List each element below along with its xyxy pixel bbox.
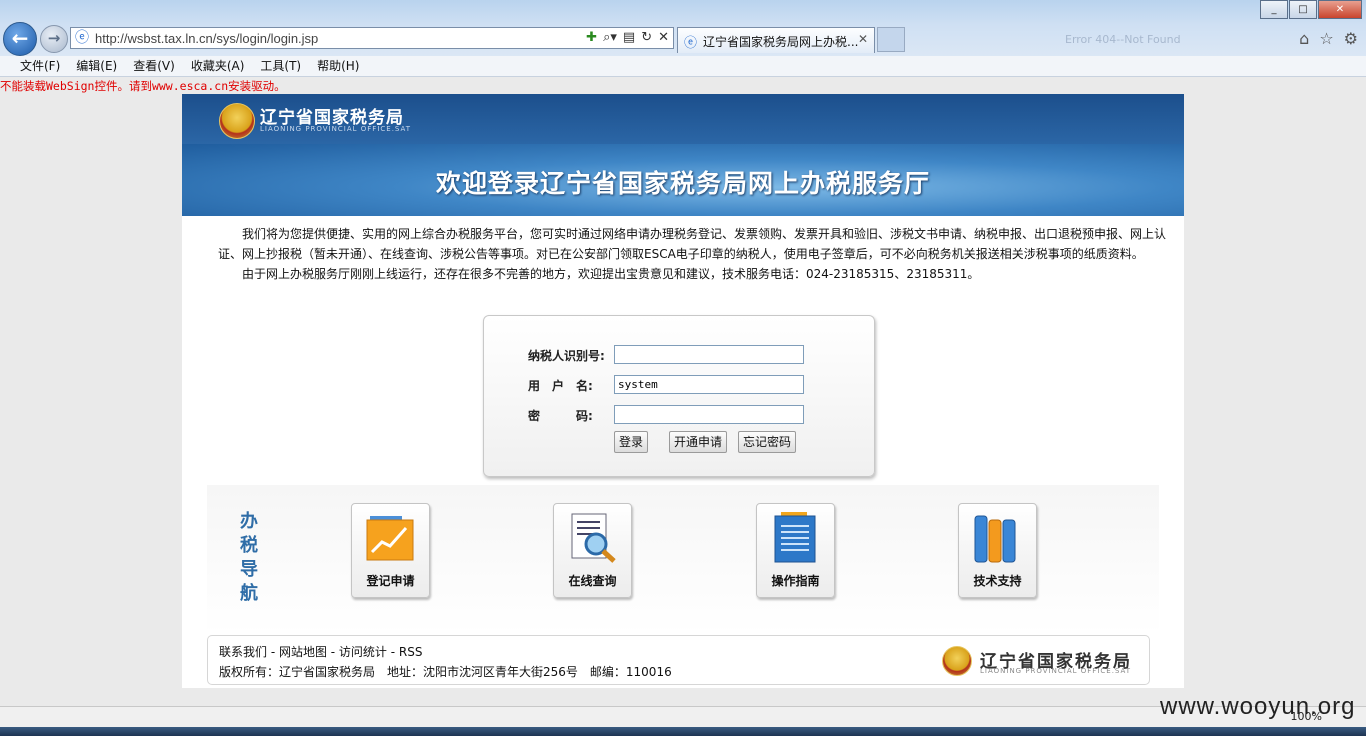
favorites-star-icon[interactable]: ☆	[1319, 29, 1333, 48]
magnifier-document-icon	[571, 513, 616, 563]
compatibility-icon[interactable]: ✚	[586, 29, 597, 47]
menu-help[interactable]: 帮助(H)	[309, 56, 367, 76]
minimize-button[interactable]: _	[1260, 0, 1288, 19]
search-icon[interactable]: ⌕▾	[603, 29, 617, 47]
forgot-password-button[interactable]: 忘记密码	[738, 431, 797, 453]
login-button[interactable]: 登录	[614, 431, 649, 453]
gear-icon[interactable]: ⚙	[1344, 29, 1358, 48]
books-icon	[974, 515, 1016, 563]
close-window-button[interactable]: ✕	[1318, 0, 1362, 19]
footer-links[interactable]: 联系我们 - 网站地图 - 访问统计 - RSS	[219, 643, 422, 660]
address-tools: ✚ ⌕▾ ▤ ↻ ✕	[586, 29, 669, 47]
footer: 联系我们 - 网站地图 - 访问统计 - RSS 版权所有：辽宁省国家税务局 地…	[207, 635, 1150, 685]
home-icon[interactable]: ⌂	[1299, 29, 1309, 48]
tile-online-query-label: 在线查询	[568, 574, 617, 588]
register-button[interactable]: 开通申请	[669, 431, 728, 453]
tile-operation-guide[interactable]: 操作指南	[756, 503, 835, 598]
login-panel: 纳税人识别号: 用 户 名: 密 码: 登录 开通申请 忘记密码	[483, 315, 875, 477]
org-subtitle: LIAONING PROVINCIAL OFFICE.SAT	[260, 125, 412, 133]
taxpayer-id-input[interactable]	[614, 345, 804, 364]
banner-title: 欢迎登录辽宁省国家税务局网上办税服务厅	[435, 169, 930, 198]
taxpayer-id-label: 纳税人识别号:	[528, 349, 605, 363]
menu-view[interactable]: 查看(V)	[125, 56, 183, 76]
username-label: 用 户 名:	[528, 379, 593, 393]
back-button[interactable]: ←	[3, 22, 37, 56]
footer-emblem-icon	[942, 646, 972, 676]
ie-page-icon: ⓔ	[75, 30, 89, 46]
background-tab[interactable]: Error 404--Not Found	[1065, 28, 1245, 52]
page-container: 辽宁省国家税务局 LIAONING PROVINCIAL OFFICE.SAT …	[182, 94, 1184, 688]
address-bar[interactable]: ⓔ http://wsbst.tax.ln.cn/sys/login/login…	[70, 27, 674, 49]
stop-icon[interactable]: ✕	[658, 29, 669, 47]
maximize-button[interactable]: □	[1289, 0, 1317, 19]
nav-panel: 办税导航 登记申请 在线查询 操作指南 技术支持	[207, 485, 1159, 635]
tile-online-query[interactable]: 在线查询	[553, 503, 632, 598]
refresh-icon[interactable]: ↻	[641, 29, 652, 47]
watermark: www.wooyun.org	[1160, 693, 1356, 720]
intro-paragraph-1: 我们将为您提供便捷、实用的网上综合办税服务平台，您可实时通过网络申请办理税务登记…	[218, 227, 1167, 261]
password-input[interactable]	[614, 405, 804, 424]
tab-close-icon[interactable]: ✕	[858, 32, 868, 46]
national-emblem-icon	[219, 103, 255, 139]
tab-active[interactable]: ⓔ 辽宁省国家税务局网上办税... ✕	[677, 27, 875, 53]
ie-tab-icon: ⓔ	[684, 36, 698, 51]
tab-title: 辽宁省国家税务局网上办税...	[703, 35, 859, 49]
footer-copyright: 版权所有：辽宁省国家税务局 地址：沈阳市沈河区青年大街256号 邮编：11001…	[219, 665, 672, 679]
new-tab-button[interactable]	[877, 27, 905, 52]
menu-edit[interactable]: 编辑(E)	[68, 56, 125, 76]
tile-tech-support-label: 技术支持	[973, 574, 1022, 588]
nav-title: 办税导航	[240, 511, 258, 604]
tile-registration[interactable]: 登记申请	[351, 503, 430, 598]
footer-org-subtitle: LIAONING PROVINCIAL OFFICE.SAT	[980, 667, 1132, 675]
menu-bar: 文件(F) 编辑(E) 查看(V) 收藏夹(A) 工具(T) 帮助(H)	[0, 56, 1366, 77]
menu-favorites[interactable]: 收藏夹(A)	[183, 56, 253, 76]
document-list-icon	[774, 512, 816, 563]
intro-text: 我们将为您提供便捷、实用的网上综合办税服务平台，您可实时通过网络申请办理税务登记…	[218, 224, 1184, 284]
compat-view-icon[interactable]: ▤	[623, 29, 635, 47]
address-url[interactable]: http://wsbst.tax.ln.cn/sys/login/login.j…	[95, 31, 318, 46]
forward-button[interactable]: →	[40, 25, 68, 53]
browser-titlebar: _ □ ✕ ← → ⓔ http://wsbst.tax.ln.cn/sys/l…	[0, 0, 1366, 56]
toolbar-icons: ⌂ ☆ ⚙	[1299, 29, 1358, 48]
websign-warning: 不能装载WebSign控件。请到www.esca.cn安装驱动。	[0, 79, 286, 93]
window-controls: _ □ ✕	[1259, 0, 1362, 19]
chart-folder-icon	[366, 516, 414, 561]
password-label: 密 码:	[528, 409, 593, 423]
tile-registration-label: 登记申请	[366, 574, 415, 588]
menu-file[interactable]: 文件(F)	[12, 56, 68, 76]
intro-paragraph-2: 由于网上办税服务厅刚刚上线运行，还存在很多不完善的地方，欢迎提出宝贵意见和建议，…	[242, 267, 980, 281]
menu-tools[interactable]: 工具(T)	[252, 56, 309, 76]
tile-operation-guide-label: 操作指南	[771, 574, 820, 588]
windows-taskbar	[0, 727, 1366, 736]
username-input[interactable]	[614, 375, 804, 394]
welcome-banner: 欢迎登录辽宁省国家税务局网上办税服务厅	[182, 144, 1184, 216]
header-bar: 辽宁省国家税务局 LIAONING PROVINCIAL OFFICE.SAT	[182, 94, 1184, 144]
tile-tech-support[interactable]: 技术支持	[958, 503, 1037, 598]
